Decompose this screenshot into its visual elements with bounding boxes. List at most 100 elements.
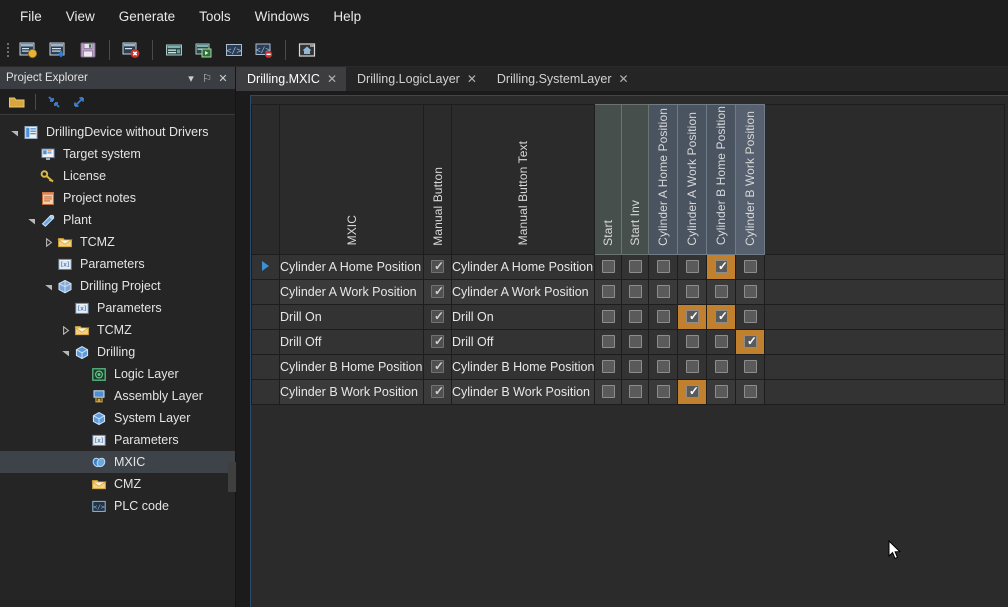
cell-signal-start-inv[interactable]	[621, 303, 650, 330]
tab-drilling-systemlayer[interactable]: Drilling.SystemLayer ✕	[485, 67, 638, 91]
expand-all-icon[interactable]	[68, 91, 90, 113]
row-header-cell[interactable]	[251, 253, 280, 280]
checkbox-manual-button[interactable]: ✓	[431, 284, 444, 298]
column-header-mxic[interactable]: MXIC	[279, 103, 424, 255]
table-row[interactable]: Cylinder B Work Position ✓ Cylinder B Work…	[251, 378, 1006, 405]
menu-item-generate[interactable]: Generate	[107, 6, 187, 28]
tree-item-drillingdevice-without-drivers[interactable]: DrillingDevice without Drivers	[0, 121, 235, 143]
tree-twisty-open-icon[interactable]	[57, 344, 73, 360]
checkbox-signal[interactable]	[685, 259, 699, 273]
tab-close-icon[interactable]: ✕	[619, 73, 629, 85]
panel-pin-button[interactable]: ⚐	[199, 70, 215, 86]
checkbox-signal[interactable]	[656, 259, 670, 273]
tree-item-assembly-layer[interactable]: Assembly Layer	[0, 385, 235, 407]
table-row[interactable]: Cylinder B Home Position ✓ Cylinder B Home…	[251, 353, 1006, 380]
checkbox-signal[interactable]	[714, 359, 728, 373]
cell-manual-button[interactable]: ✓	[423, 278, 452, 305]
cell-signal-cylinder-a-home-position[interactable]	[648, 378, 679, 405]
code-view-icon[interactable]: </>	[220, 37, 248, 63]
cell-signal-start[interactable]	[594, 278, 623, 305]
checkbox-signal[interactable]	[743, 284, 757, 298]
tree-item-system-layer[interactable]: System Layer	[0, 407, 235, 429]
cell-mxic-name[interactable]: Drill Off	[279, 328, 424, 355]
cell-signal-start-inv[interactable]	[621, 253, 650, 280]
checkbox-signal[interactable]	[628, 259, 642, 273]
cell-manual-button-text[interactable]: Cylinder B Home Position	[450, 353, 596, 380]
column-header-cylinder-a-work-position[interactable]: Cylinder A Work Position	[677, 103, 708, 255]
column-header-cylinder-a-home-position[interactable]: Cylinder A Home Position	[648, 103, 679, 255]
tree-item-parameters[interactable]: [x] Parameters	[0, 297, 235, 319]
column-header-start-inv[interactable]: Start Inv	[621, 103, 650, 255]
cell-manual-button-text[interactable]: Cylinder A Home Position	[450, 253, 596, 280]
table-row[interactable]: Drill On ✓ Drill On ✓ ✓	[251, 303, 1006, 330]
column-header-cylinder-b-work-position[interactable]: Cylinder B Work Position	[735, 103, 766, 255]
checkbox-signal[interactable]	[743, 384, 757, 398]
collapse-all-icon[interactable]	[43, 91, 65, 113]
cell-manual-button[interactable]: ✓	[423, 328, 452, 355]
tree-item-license[interactable]: License	[0, 165, 235, 187]
menu-item-file[interactable]: File	[8, 6, 54, 28]
menu-item-help[interactable]: Help	[321, 6, 373, 28]
cell-signal-cylinder-b-home-position[interactable]: ✓	[706, 303, 737, 330]
cell-signal-cylinder-b-work-position[interactable]	[735, 278, 766, 305]
cell-signal-start-inv[interactable]	[621, 353, 650, 380]
cell-signal-cylinder-a-home-position[interactable]	[648, 303, 679, 330]
tab-drilling-logiclayer[interactable]: Drilling.LogicLayer ✕	[346, 67, 486, 91]
tab-close-icon[interactable]: ✕	[467, 73, 477, 85]
cell-signal-start[interactable]	[594, 378, 623, 405]
cell-mxic-name[interactable]: Cylinder A Work Position	[279, 278, 424, 305]
code-delete-icon[interactable]: </>	[250, 37, 278, 63]
checkbox-signal[interactable]	[601, 334, 615, 348]
checkbox-signal[interactable]	[656, 334, 670, 348]
cell-signal-cylinder-a-work-position[interactable]: ✓	[677, 378, 708, 405]
checkbox-signal[interactable]	[601, 309, 615, 323]
checkbox-signal[interactable]	[656, 284, 670, 298]
cell-signal-cylinder-b-work-position[interactable]	[735, 378, 766, 405]
checkbox-signal[interactable]	[656, 384, 670, 398]
checkbox-signal[interactable]: ✓	[714, 259, 728, 273]
tree-twisty-open-icon[interactable]	[6, 124, 22, 140]
checkbox-signal[interactable]	[685, 334, 699, 348]
close-project-icon[interactable]	[117, 37, 145, 63]
checkbox-signal[interactable]	[714, 284, 728, 298]
cell-signal-cylinder-a-work-position[interactable]	[677, 353, 708, 380]
table-row[interactable]: Cylinder A Home Position ✓ Cylinder A Home…	[251, 253, 1006, 280]
checkbox-signal[interactable]	[628, 309, 642, 323]
tree-twisty-closed-icon[interactable]	[57, 322, 73, 338]
checkbox-signal[interactable]: ✓	[685, 309, 699, 323]
tree-item-plant[interactable]: Plant	[0, 209, 235, 231]
cell-signal-start[interactable]	[594, 328, 623, 355]
tree-item-drilling[interactable]: Drilling	[0, 341, 235, 363]
row-header-cell[interactable]	[251, 353, 280, 380]
panel-scrollbar-thumb[interactable]	[228, 462, 236, 492]
cell-manual-button-text[interactable]: Cylinder B Work Position	[450, 378, 596, 405]
mxic-grid-container[interactable]: MXIC Manual Button Manual Button Text Start…	[250, 95, 1008, 607]
checkbox-signal[interactable]	[685, 284, 699, 298]
cell-manual-button-text[interactable]: Cylinder A Work Position	[450, 278, 596, 305]
tree-item-drilling-project[interactable]: Drilling Project	[0, 275, 235, 297]
tree-item-logic-layer[interactable]: Logic Layer	[0, 363, 235, 385]
tab-drilling-mxic[interactable]: Drilling.MXIC ✕	[236, 67, 346, 91]
tree-item-tcmz[interactable]: TCMZ	[0, 231, 235, 253]
tree-twisty-closed-icon[interactable]	[40, 234, 56, 250]
cell-signal-start[interactable]	[594, 253, 623, 280]
tree-item-mxic[interactable]: MXIC	[0, 451, 235, 473]
checkbox-signal[interactable]: ✓	[714, 309, 728, 323]
cell-signal-cylinder-a-home-position[interactable]	[648, 328, 679, 355]
cell-signal-cylinder-a-home-position[interactable]	[648, 253, 679, 280]
tree-twisty-open-icon[interactable]	[40, 278, 56, 294]
checkbox-signal[interactable]: ✓	[743, 334, 757, 348]
cell-mxic-name[interactable]: Drill On	[279, 303, 424, 330]
cell-signal-cylinder-a-work-position[interactable]	[677, 253, 708, 280]
checkbox-manual-button[interactable]: ✓	[431, 309, 444, 323]
menu-item-tools[interactable]: Tools	[187, 6, 243, 28]
cell-signal-cylinder-b-work-position[interactable]	[735, 303, 766, 330]
tree-item-plc-code[interactable]: </> PLC code	[0, 495, 235, 517]
panel-close-button[interactable]: ✕	[215, 70, 231, 86]
home-icon[interactable]	[293, 37, 321, 63]
checkbox-signal[interactable]	[743, 309, 757, 323]
cell-manual-button[interactable]: ✓	[423, 353, 452, 380]
row-header-cell[interactable]	[251, 378, 280, 405]
table-row[interactable]: Drill Off ✓ Drill Off ✓	[251, 328, 1006, 355]
cell-signal-cylinder-a-home-position[interactable]	[648, 278, 679, 305]
